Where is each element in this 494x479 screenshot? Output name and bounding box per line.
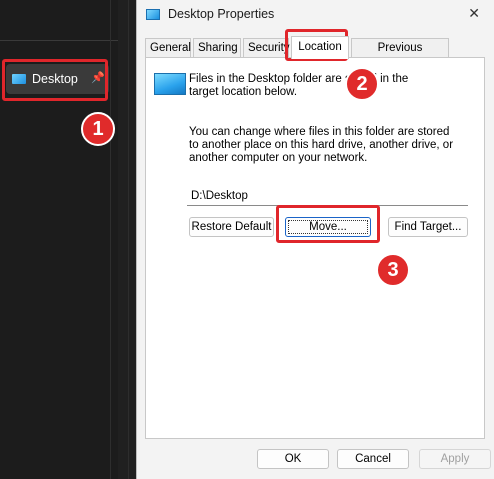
- divider: [0, 40, 118, 41]
- location-help-text: You can change where files in this folde…: [189, 126, 454, 164]
- apply-button[interactable]: Apply: [419, 449, 491, 469]
- highlight-step-3: [276, 205, 380, 243]
- divider: [110, 0, 111, 479]
- restore-default-button[interactable]: Restore Default: [189, 217, 274, 237]
- pane-gap: [118, 0, 136, 479]
- location-path-input[interactable]: [187, 187, 468, 206]
- title-bar: Desktop Properties: [137, 0, 494, 28]
- tab-previous-versions[interactable]: Previous Versions: [351, 38, 449, 72]
- desktop-folder-icon: [146, 8, 160, 20]
- close-icon[interactable]: ✕: [468, 5, 480, 22]
- tab-strip: General Sharing Security Location Previo…: [145, 36, 485, 72]
- tab-security[interactable]: Security: [243, 38, 290, 58]
- desktop-folder-icon: [154, 73, 186, 95]
- cancel-button[interactable]: Cancel: [337, 449, 409, 469]
- step-badge-3: 3: [376, 253, 410, 287]
- ok-button[interactable]: OK: [257, 449, 329, 469]
- dialog-title: Desktop Properties: [168, 7, 275, 21]
- step-badge-1: 1: [81, 112, 115, 146]
- tab-location[interactable]: Location: [291, 36, 349, 59]
- location-tab-panel: [145, 57, 485, 439]
- tab-sharing[interactable]: Sharing: [193, 38, 241, 58]
- step-badge-2: 2: [345, 67, 379, 101]
- location-description: Files in the Desktop folder are stored i…: [189, 73, 409, 98]
- tab-general[interactable]: General: [145, 38, 191, 58]
- highlight-step-1: [2, 59, 108, 101]
- find-target-button[interactable]: Find Target...: [388, 217, 468, 237]
- divider: [128, 0, 129, 479]
